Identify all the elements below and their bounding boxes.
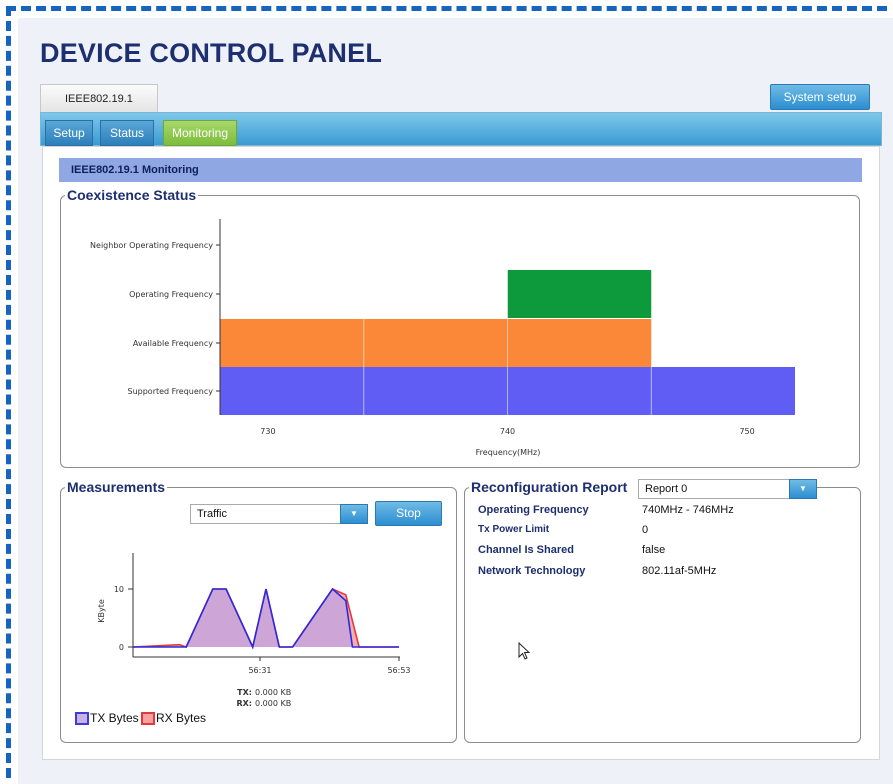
traffic-xtick-label-2: 56:53 — [387, 666, 410, 675]
traffic-chart: 10 0 KByte 56:31 56:53 TX: 0.000 KB RX: … — [97, 553, 411, 708]
tx-value: 0.000 KB — [255, 688, 291, 697]
traffic-ytick-label-0: 0 — [119, 643, 124, 652]
rx-legend-label: RX Bytes — [156, 711, 207, 725]
report-key-channel-is-shared: Channel Is Shared — [478, 544, 574, 556]
band-operating-frequency-0 — [507, 270, 652, 318]
rx-legend-swatch — [141, 712, 155, 725]
report-select[interactable]: Report 0 ▼ — [638, 479, 817, 499]
band-available-frequency-2 — [507, 319, 652, 367]
measurements-legend: Measurements — [67, 479, 166, 495]
report-value-channel-is-shared: false — [642, 544, 666, 556]
tab-bar: Setup Status Monitoring — [40, 112, 882, 146]
reconfiguration-report-box: Reconfiguration Report — [464, 479, 861, 743]
tx-label: TX: — [237, 688, 252, 697]
band-supported-frequency-2 — [507, 367, 652, 415]
band-available-frequency-1 — [363, 319, 508, 367]
report-value-tx-power-limit: 0 — [642, 524, 649, 536]
chevron-down-icon[interactable]: ▼ — [789, 479, 817, 499]
coex-xtick-label-740: 740 — [500, 427, 515, 436]
traffic-y-axis-label: KByte — [97, 599, 106, 623]
stop-button[interactable]: Stop — [375, 501, 442, 526]
rx-label: RX: — [236, 699, 252, 708]
coex-xtick-label-750: 750 — [739, 427, 754, 436]
page-title: DEVICE CONTROL PANEL — [40, 38, 383, 68]
rx-value: 0.000 KB — [255, 699, 291, 708]
tx-legend-swatch — [75, 712, 89, 725]
tab-status[interactable]: Status — [100, 120, 154, 146]
monitoring-header: IEEE802.19.1 Monitoring — [59, 158, 862, 182]
tx-legend-label: TX Bytes — [90, 711, 139, 725]
band-supported-frequency-3 — [651, 367, 795, 415]
coex-ylabel-operating-frequency: Operating Frequency — [129, 290, 213, 299]
coex-ylabel-available-frequency: Available Frequency — [133, 339, 213, 348]
report-key-tx-power-limit: Tx Power Limit — [478, 524, 550, 535]
band-supported-frequency-1 — [363, 367, 508, 415]
coex-xtick-label-730: 730 — [260, 427, 275, 436]
report-value-operating-frequency: 740MHz - 746MHz — [642, 504, 734, 516]
coexistence-legend: Coexistence Status — [67, 187, 197, 203]
series-area-tx-bytes — [133, 589, 399, 647]
traffic-xtick-label-1: 56:31 — [248, 666, 271, 675]
system-setup-button[interactable]: System setup — [770, 84, 870, 110]
measurement-type-value: Traffic — [197, 508, 227, 520]
tab-setup[interactable]: Setup — [45, 120, 93, 146]
coex-ylabel-supported-frequency: Supported Frequency — [128, 387, 214, 396]
band-supported-frequency-0 — [220, 367, 364, 415]
tab-monitoring[interactable]: Monitoring — [163, 120, 237, 146]
chevron-down-icon[interactable]: ▼ — [340, 504, 368, 524]
traffic-ytick-label-10: 10 — [114, 585, 124, 594]
coex-x-axis-label: Frequency(MHz) — [476, 448, 541, 457]
device-tab[interactable]: IEEE802.19.1 — [40, 84, 158, 112]
coexistence-chart: Neighbor Operating Frequency Operating Fr… — [90, 219, 795, 457]
report-select-value: Report 0 — [645, 483, 688, 495]
coex-ylabel-neighbor-operating-frequency: Neighbor Operating Frequency — [90, 241, 213, 250]
report-value-network-technology: 802.11af-5MHz — [642, 565, 717, 577]
mouse-cursor-icon — [518, 642, 531, 660]
band-available-frequency-0 — [220, 319, 364, 367]
report-key-network-technology: Network Technology — [478, 565, 586, 577]
report-key-operating-frequency: Operating Frequency — [478, 504, 589, 516]
measurement-type-select[interactable]: Traffic ▼ — [190, 504, 368, 524]
